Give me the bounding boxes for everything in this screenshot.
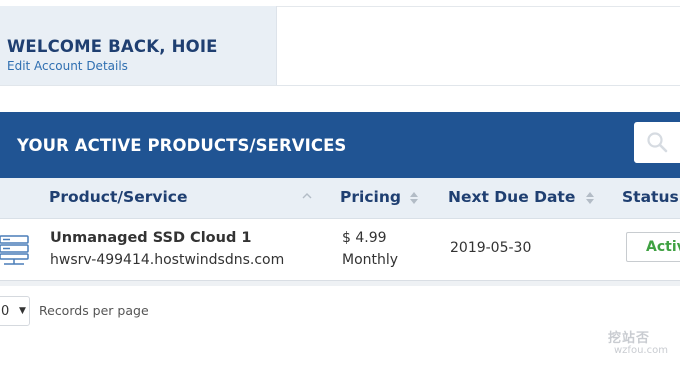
records-per-page-select[interactable]: 0 ▼	[0, 296, 30, 326]
search-icon[interactable]	[646, 131, 668, 153]
sort-asc-icon[interactable]	[302, 190, 312, 206]
next-due-date: 2019-05-30	[450, 240, 532, 256]
sort-icon[interactable]	[585, 190, 595, 206]
status-label: Activ	[646, 239, 680, 255]
product-name[interactable]: Unmanaged SSD Cloud 1	[50, 230, 251, 246]
product-domain: hwsrv-499414.hostwindsdns.com	[50, 252, 285, 268]
column-header-status[interactable]: Status	[622, 188, 679, 206]
watermark-url: wzfou.com	[614, 345, 668, 356]
price-amount: $ 4.99	[342, 230, 387, 246]
table-footer-divider	[0, 281, 680, 286]
column-header-next-due[interactable]: Next Due Date	[448, 188, 575, 206]
products-header: YOUR ACTIVE PRODUCTS/SERVICES	[0, 112, 680, 178]
table-header-row: Product/Service Pricing Next Due Date St…	[0, 178, 680, 219]
status-badge: Activ	[626, 232, 680, 262]
chevron-down-icon: ▼	[19, 306, 26, 316]
sort-icon[interactable]	[409, 190, 419, 206]
billing-cycle: Monthly	[342, 252, 399, 268]
welcome-title: WELCOME BACK, HOIE	[7, 37, 218, 56]
server-icon	[0, 235, 29, 265]
edit-account-link[interactable]: Edit Account Details	[7, 59, 128, 73]
table-row[interactable]: Unmanaged SSD Cloud 1 hwsrv-499414.hostw…	[0, 219, 680, 281]
column-header-pricing[interactable]: Pricing	[340, 188, 401, 206]
products-title: YOUR ACTIVE PRODUCTS/SERVICES	[17, 136, 347, 155]
welcome-divider	[0, 85, 680, 86]
column-header-product[interactable]: Product/Service	[49, 188, 187, 206]
top-divider	[276, 6, 680, 7]
watermark-logo: 挖站否	[608, 331, 651, 346]
page-size-value: 0	[1, 304, 10, 319]
records-per-page-label: Records per page	[39, 303, 149, 318]
search-input[interactable]	[634, 122, 680, 163]
